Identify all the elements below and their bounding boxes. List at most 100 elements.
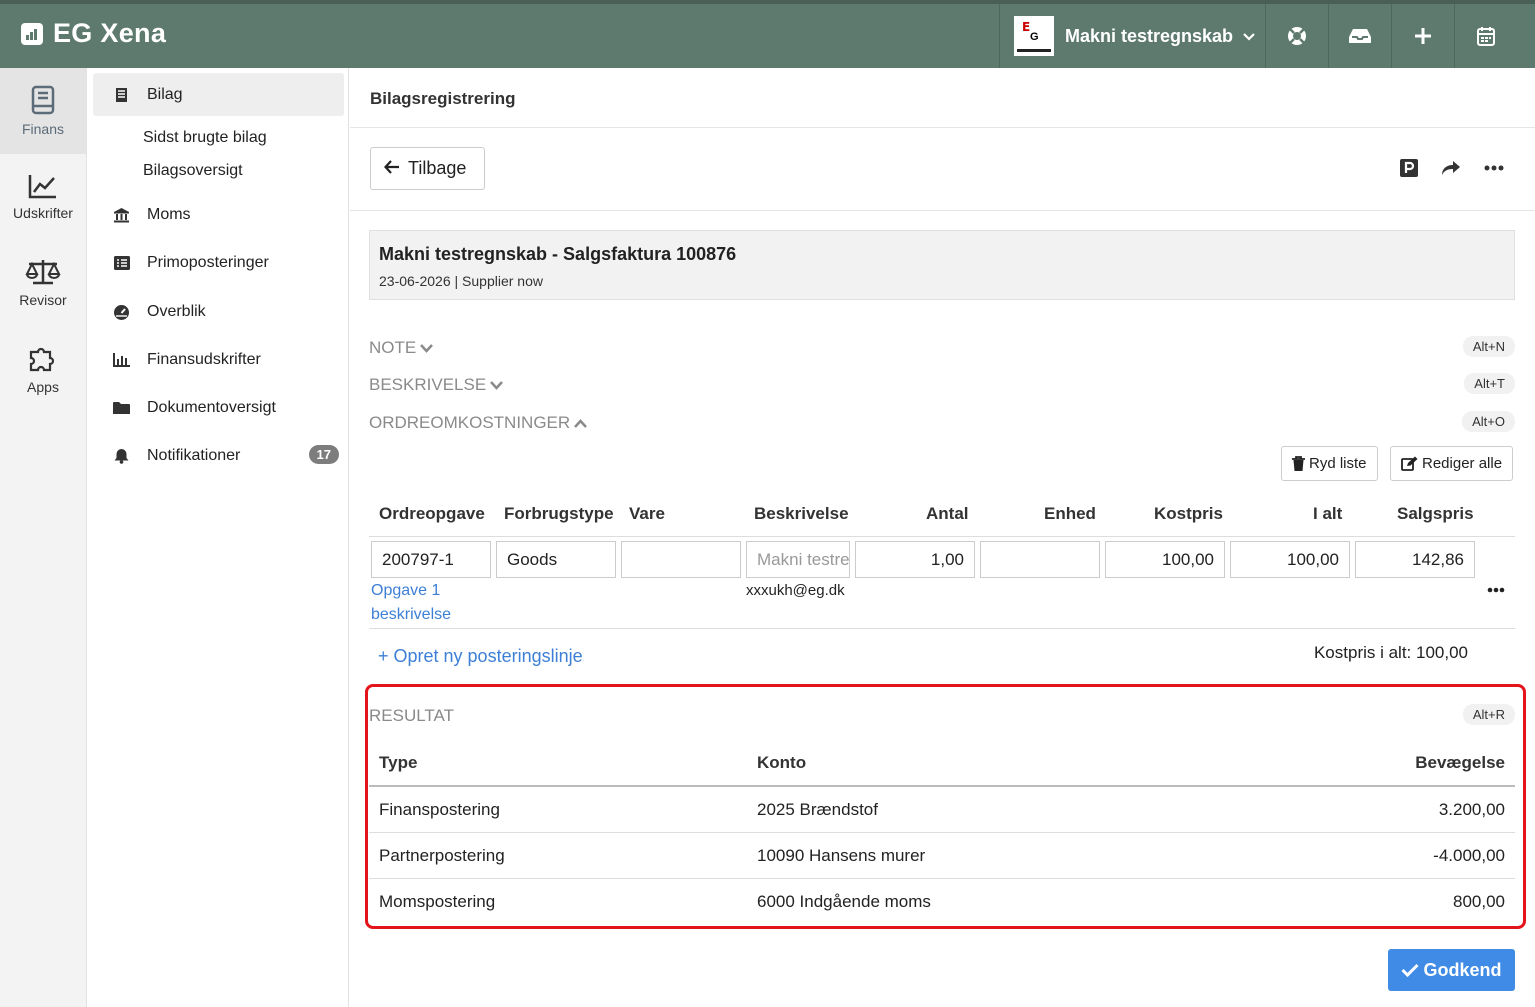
page-title: Bilagsregistrering (370, 89, 516, 108)
section-label: BESKRIVELSE (369, 375, 487, 394)
button-label: Godkend (1423, 959, 1502, 980)
column-header-enhed[interactable]: Enhed (1044, 504, 1096, 524)
more-options-icon[interactable] (1482, 156, 1506, 180)
column-header-ordreopgave[interactable]: Ordreopgave (379, 504, 485, 524)
sub-navigation: Bilag Sidst brugte bilag Bilagsoversigt … (88, 68, 349, 1007)
voucher-header: Makni testregnskab - Salgsfaktura 100876… (369, 230, 1515, 300)
kostpris-total: Kostpris i alt: 100,00 (1313, 643, 1468, 662)
chart-logo-icon (21, 22, 43, 45)
company-selector[interactable]: EG Makni testregnskab (999, 4, 1265, 68)
nav-item-finansudskrifter[interactable]: Finansudskrifter (93, 338, 344, 381)
nav-item-primoposteringer[interactable]: Primoposteringer (93, 241, 344, 284)
approve-button[interactable]: Godkend (1388, 949, 1515, 991)
enhed-field[interactable] (980, 541, 1100, 578)
result-konto-cell: 10090 Hansens murer (757, 846, 926, 865)
nav-label: Overblik (147, 302, 206, 320)
list-icon (113, 254, 130, 271)
share-icon[interactable] (1439, 156, 1463, 180)
add-posting-line-link[interactable]: + Opret ny posteringslinje (378, 646, 583, 667)
rail-label: Finans (21, 121, 65, 137)
result-konto-cell: 6000 Indgående moms (757, 892, 931, 911)
nav-item-bilagsoversigt[interactable]: Bilagsoversigt (143, 162, 243, 180)
section-beskrivelse-toggle[interactable]: BESKRIVELSE (369, 375, 504, 395)
calendar-button[interactable] (1454, 4, 1517, 68)
chevron-down-icon (490, 375, 504, 395)
salgspris-field[interactable]: 142,86 (1355, 541, 1475, 578)
page-title-bar: Bilagsregistrering (350, 68, 1535, 128)
nav-item-sidst-brugte-bilag[interactable]: Sidst brugte bilag (143, 129, 267, 147)
result-highlight-box (365, 684, 1526, 929)
checkmark-icon (1401, 963, 1420, 977)
voucher-title: Makni testregnskab - Salgsfaktura 100876 (379, 244, 737, 264)
rail-item-finans[interactable]: Finans (0, 68, 86, 154)
calendar-icon (1477, 27, 1495, 46)
task-description-link[interactable]: beskrivelse (371, 606, 451, 624)
row-more-options-icon[interactable] (1487, 580, 1505, 597)
chevron-down-icon (1243, 28, 1255, 44)
rail-item-apps[interactable]: Apps (0, 326, 86, 412)
section-label: ORDREOMKOSTNINGER (369, 413, 571, 432)
result-type-cell: Momspostering (379, 892, 496, 911)
line-chart-icon (28, 175, 56, 199)
section-note-toggle[interactable]: NOTE (369, 338, 434, 358)
nav-item-dokumentoversigt[interactable]: Dokumentoversigt (93, 386, 344, 429)
column-header-beskrivelse[interactable]: Beskrivelse (754, 504, 849, 524)
rail-label: Udskrifter (13, 205, 73, 221)
nav-item-notifikationer[interactable]: Notifikationer 17 (93, 434, 344, 477)
inbox-button[interactable] (1328, 4, 1391, 68)
i-alt-field[interactable]: 100,00 (1230, 541, 1350, 578)
rail-item-revisor[interactable]: Revisor (0, 240, 86, 326)
column-header-antal[interactable]: Antal (926, 504, 969, 524)
table-divider (369, 628, 1515, 629)
action-bar: Tilbage (350, 128, 1535, 211)
edit-all-button[interactable]: Rediger alle (1390, 446, 1514, 481)
result-header-konto: Konto (757, 753, 807, 772)
result-type-cell: Partnerpostering (379, 846, 505, 865)
beskrivelse-field[interactable]: Makni testregnskab (746, 541, 850, 578)
rail-item-udskrifter[interactable]: Udskrifter (0, 154, 86, 240)
antal-field[interactable]: 1,00 (855, 541, 975, 578)
result-amount-cell: 3.200,00 (1438, 800, 1505, 819)
nav-label: Notifikationer (147, 446, 241, 464)
scale-icon (25, 260, 61, 285)
table-divider (369, 878, 1515, 879)
nav-item-moms[interactable]: Moms (93, 193, 344, 236)
vare-field[interactable] (621, 541, 741, 578)
section-label: RESULTAT (369, 706, 455, 725)
section-resultat[interactable]: RESULTAT (369, 706, 454, 726)
parking-icon[interactable] (1397, 156, 1421, 180)
column-header-i-alt[interactable]: I alt (1313, 504, 1342, 524)
inbox-icon (1349, 29, 1371, 43)
column-header-vare[interactable]: Vare (629, 504, 665, 524)
puzzle-icon (29, 347, 55, 372)
section-ordreomkostninger-toggle[interactable]: ORDREOMKOSTNINGER (369, 413, 588, 433)
column-header-kostpris[interactable]: Kostpris (1154, 504, 1223, 524)
table-divider (369, 832, 1515, 833)
column-header-forbrugstype[interactable]: Forbrugstype (504, 504, 614, 524)
help-lifebuoy-button[interactable] (1265, 4, 1328, 68)
nav-label: Finansudskrifter (147, 350, 261, 368)
folder-icon (113, 399, 130, 416)
ordreopgave-field[interactable]: 200797-1 (371, 541, 491, 578)
company-logo: EG (1014, 16, 1054, 56)
result-konto-cell: 2025 Brændstof (757, 800, 878, 819)
notification-count-badge: 17 (308, 445, 339, 464)
shortcut-badge-note: Alt+N (1462, 336, 1515, 357)
back-button[interactable]: Tilbage (370, 147, 485, 190)
nav-label: Moms (147, 205, 191, 223)
task-link[interactable]: Opgave 1 (371, 582, 440, 600)
bell-icon (113, 447, 130, 464)
nav-label: Bilag (147, 85, 183, 103)
forbrugstype-field[interactable]: Goods (496, 541, 616, 578)
trash-icon (1292, 456, 1305, 471)
clear-list-button[interactable]: Ryd liste (1281, 446, 1378, 481)
add-button[interactable] (1391, 4, 1454, 68)
kostpris-field[interactable]: 100,00 (1105, 541, 1225, 578)
column-header-salgspris[interactable]: Salgspris (1397, 504, 1474, 524)
book-icon (31, 85, 55, 115)
nav-item-bilag[interactable]: Bilag (93, 73, 344, 116)
voucher-subtitle: 23-06-2026 | Supplier now (379, 273, 543, 289)
nav-item-overblik[interactable]: Overblik (93, 290, 344, 333)
company-name: Makni testregnskab (1065, 25, 1234, 46)
app-brand[interactable]: EG Xena (21, 18, 166, 49)
